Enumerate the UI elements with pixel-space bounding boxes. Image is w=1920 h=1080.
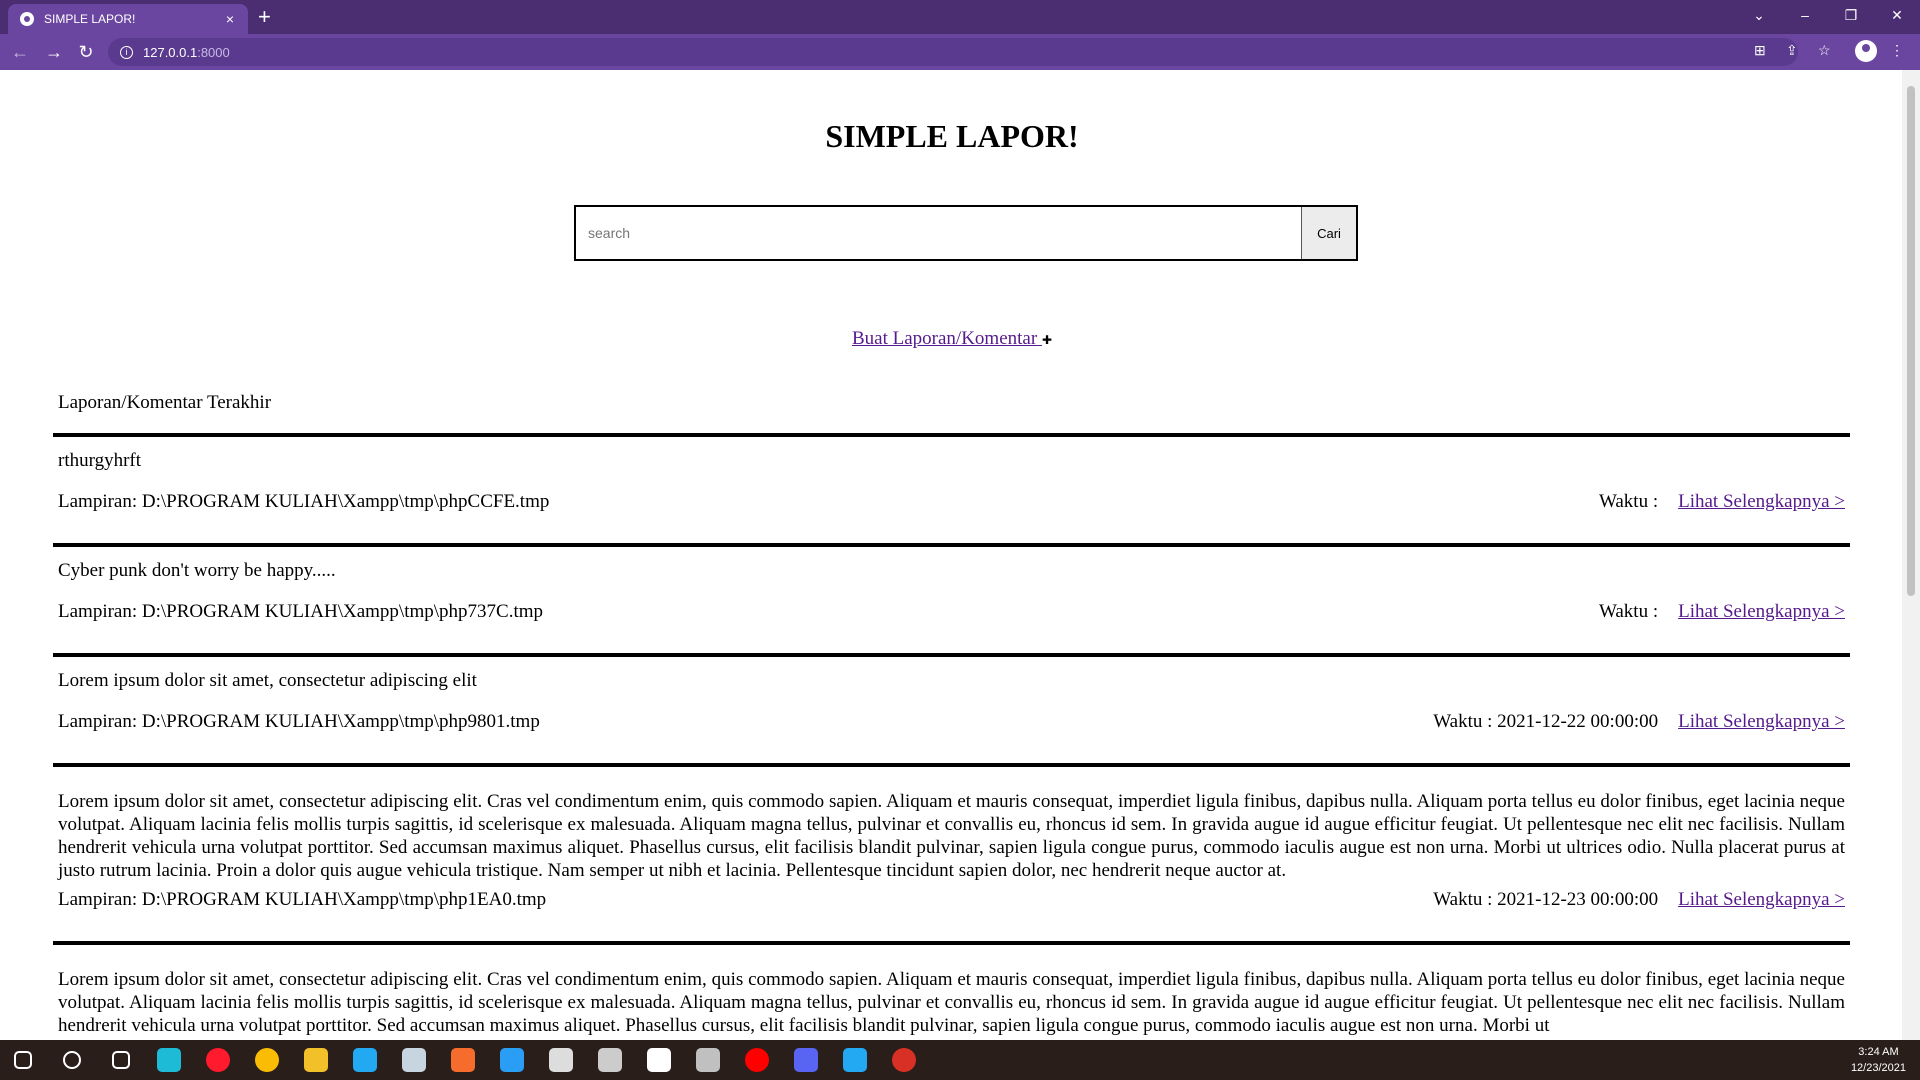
- new-post-row: Buat Laporan/Komentar ✚: [0, 328, 1900, 350]
- page-title: SIMPLE LAPOR!: [825, 118, 1079, 154]
- post-meta: Lampiran: D:\PROGRAM KULIAH\Xampp\tmp\ph…: [58, 491, 1845, 513]
- vscode-active-icon[interactable]: [843, 1048, 867, 1072]
- post-meta: Lampiran: D:\PROGRAM KULIAH\Xampp\tmp\ph…: [58, 889, 1845, 911]
- post-body: Cyber punk don't worry be happy.....: [58, 560, 336, 581]
- file-explorer-icon[interactable]: [304, 1048, 328, 1072]
- post-body: Lorem ipsum dolor sit amet, consectetur …: [58, 791, 1845, 881]
- browser-menu-icon[interactable]: ⋮: [1890, 42, 1904, 59]
- read-more-link[interactable]: Lihat Selengkapnya >: [1678, 601, 1845, 623]
- search-button[interactable]: Cari: [1301, 207, 1356, 259]
- post-body: rthurgyhrft: [58, 450, 142, 471]
- chrome-profile-icon[interactable]: [892, 1048, 916, 1072]
- game-app-icon[interactable]: [696, 1048, 720, 1072]
- start-icon[interactable]: [14, 1051, 32, 1069]
- page-scrollbar[interactable]: [1902, 70, 1920, 1040]
- post-attachment: Lampiran: D:\PROGRAM KULIAH\Xampp\tmp\ph…: [58, 889, 547, 910]
- url-port: :8000: [197, 44, 230, 60]
- browser-toolbar: ← → ↻ i 127.0.0.1:8000 ⊞ ⇪ ☆ ⋮: [0, 34, 1920, 70]
- youtube-music-icon[interactable]: [745, 1048, 769, 1072]
- browser-tab-bar: SIMPLE LAPOR! × + ⌄ – ❐ ✕: [0, 0, 1920, 34]
- site-info-icon[interactable]: i: [120, 45, 133, 59]
- tab-close-icon[interactable]: ×: [220, 11, 240, 27]
- post-attachment: Lampiran: D:\PROGRAM KULIAH\Xampp\tmp\ph…: [58, 601, 544, 622]
- divider: [53, 763, 1850, 767]
- origin-icon[interactable]: [451, 1048, 475, 1072]
- new-post-link[interactable]: Buat Laporan/Komentar: [852, 328, 1042, 349]
- post-time: Waktu :: [1598, 601, 1659, 622]
- chrome-icon[interactable]: [255, 1048, 279, 1072]
- address-bar[interactable]: i 127.0.0.1:8000: [108, 38, 1798, 66]
- minimize-icon[interactable]: –: [1782, 0, 1828, 30]
- back-icon[interactable]: ←: [8, 40, 32, 64]
- tab-title: SIMPLE LAPOR!: [44, 12, 136, 26]
- post-meta: Lampiran: D:\PROGRAM KULIAH\Xampp\tmp\ph…: [58, 711, 1845, 733]
- edge-icon[interactable]: [157, 1048, 181, 1072]
- task-view-icon[interactable]: [112, 1051, 130, 1069]
- plus-icon: ✚: [1041, 333, 1052, 347]
- translate-icon[interactable]: ⊞: [1754, 42, 1766, 59]
- post-attachment: Lampiran: D:\PROGRAM KULIAH\Xampp\tmp\ph…: [58, 491, 550, 512]
- divider: [53, 433, 1850, 437]
- search-form: Cari: [574, 205, 1358, 261]
- post-time: Waktu : 2021-12-22 00:00:00: [1433, 711, 1659, 732]
- new-post-label: Buat Laporan/Komentar: [852, 328, 1038, 349]
- read-more-link[interactable]: Lihat Selengkapnya >: [1678, 889, 1845, 911]
- post-time: Waktu : 2021-12-23 00:00:00: [1433, 889, 1659, 910]
- search-icon[interactable]: [63, 1051, 81, 1069]
- tab-search-icon[interactable]: ⌄: [1736, 0, 1782, 30]
- page-content: SIMPLE LAPOR! Cari Buat Laporan/Komentar…: [0, 70, 1900, 1040]
- divider: [53, 653, 1850, 657]
- new-tab-button[interactable]: +: [258, 5, 271, 29]
- restore-icon[interactable]: ❐: [1828, 0, 1874, 30]
- share-icon[interactable]: ⇪: [1786, 42, 1798, 59]
- steam-icon[interactable]: [402, 1048, 426, 1072]
- bookmark-star-icon[interactable]: ☆: [1818, 42, 1831, 59]
- taskbar: 3:24 AM 12/23/2021: [0, 1040, 1920, 1080]
- scrollbar-thumb[interactable]: [1907, 86, 1915, 596]
- clock-time: 3:24 AM: [1858, 1046, 1899, 1058]
- browser-tab[interactable]: SIMPLE LAPOR! ×: [8, 4, 248, 34]
- divider: [53, 941, 1850, 945]
- window-close-icon[interactable]: ✕: [1874, 0, 1920, 30]
- url-host: 127.0.0.1: [143, 44, 198, 60]
- profile-avatar-icon[interactable]: [1855, 40, 1877, 62]
- post-time: Waktu :: [1598, 491, 1659, 512]
- clock-date: 12/23/2021: [1850, 1062, 1906, 1074]
- divider: [53, 543, 1850, 547]
- search-input[interactable]: [576, 207, 1301, 259]
- discord-icon[interactable]: [794, 1048, 818, 1072]
- post-meta: Lampiran: D:\PROGRAM KULIAH\Xampp\tmp\ph…: [58, 601, 1845, 623]
- post-body: Lorem ipsum dolor sit amet, consectetur …: [58, 969, 1845, 1036]
- post-attachment: Lampiran: D:\PROGRAM KULIAH\Xampp\tmp\ph…: [58, 711, 540, 732]
- reload-icon[interactable]: ↻: [74, 40, 98, 64]
- section-title: Laporan/Komentar Terakhir: [58, 392, 272, 413]
- favicon-icon: [20, 12, 34, 26]
- ubisoft-icon[interactable]: [500, 1048, 524, 1072]
- system-clock[interactable]: 3:24 AM 12/23/2021: [1851, 1044, 1906, 1076]
- read-more-link[interactable]: Lihat Selengkapnya >: [1678, 711, 1845, 733]
- vscode-icon[interactable]: [353, 1048, 377, 1072]
- epic-games-icon[interactable]: [549, 1048, 573, 1072]
- read-more-link[interactable]: Lihat Selengkapnya >: [1678, 491, 1845, 513]
- logitech-icon[interactable]: [647, 1048, 671, 1072]
- obs-icon[interactable]: [598, 1048, 622, 1072]
- opera-icon[interactable]: [206, 1048, 230, 1072]
- forward-icon[interactable]: →: [42, 40, 66, 64]
- post-body: Lorem ipsum dolor sit amet, consectetur …: [58, 670, 477, 691]
